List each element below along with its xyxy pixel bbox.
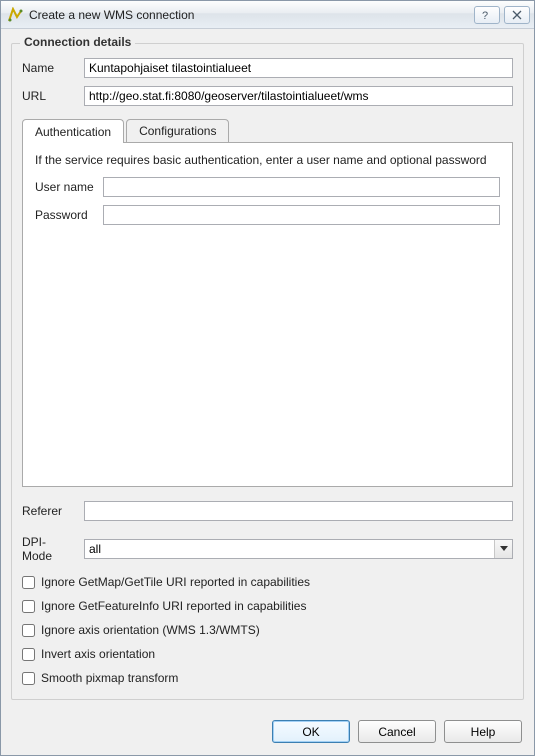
dpi-mode-select[interactable]	[84, 539, 513, 559]
tab-container: Authentication Configurations If the ser…	[22, 118, 513, 487]
password-label: Password	[35, 208, 95, 222]
referer-row: Referer	[22, 501, 513, 521]
checkbox-invert-axis[interactable]	[22, 648, 35, 661]
checkbox-ignore-getfeatureinfo[interactable]	[22, 600, 35, 613]
help-button[interactable]: ?	[474, 6, 500, 24]
options-area: Referer DPI-Mode Ignore GetMap/GetTile U…	[22, 497, 513, 687]
connection-details-group: Connection details Name URL Authenticati…	[11, 43, 524, 700]
cancel-button-label: Cancel	[378, 725, 415, 739]
checkbox-ignore-getmap-label: Ignore GetMap/GetTile URI reported in ca…	[41, 575, 310, 589]
window-controls: ?	[474, 6, 530, 24]
name-row: Name	[22, 58, 513, 78]
referer-label: Referer	[22, 504, 76, 518]
tab-configurations-label: Configurations	[139, 124, 216, 138]
tab-bar: Authentication Configurations	[22, 118, 513, 142]
help-button-label: Help	[471, 725, 496, 739]
dialog-window: Create a new WMS connection ? Connection…	[0, 0, 535, 756]
auth-description: If the service requires basic authentica…	[35, 153, 500, 167]
dialog-footer: OK Cancel Help	[1, 710, 534, 755]
password-row: Password	[35, 205, 500, 225]
dialog-content: Connection details Name URL Authenticati…	[1, 29, 534, 710]
tab-authentication[interactable]: Authentication	[22, 119, 124, 143]
checkbox-ignore-axis-label: Ignore axis orientation (WMS 1.3/WMTS)	[41, 623, 260, 637]
url-label: URL	[22, 89, 76, 103]
dpi-mode-select-wrap	[84, 539, 513, 559]
check-invert-axis[interactable]: Invert axis orientation	[22, 647, 513, 661]
username-input[interactable]	[103, 177, 500, 197]
dpi-mode-row: DPI-Mode	[22, 535, 513, 563]
dpi-mode-label: DPI-Mode	[22, 535, 76, 563]
password-input[interactable]	[103, 205, 500, 225]
check-ignore-getfeatureinfo[interactable]: Ignore GetFeatureInfo URI reported in ca…	[22, 599, 513, 613]
window-title: Create a new WMS connection	[29, 8, 474, 22]
checkbox-ignore-getfeatureinfo-label: Ignore GetFeatureInfo URI reported in ca…	[41, 599, 306, 613]
name-label: Name	[22, 61, 76, 75]
url-input[interactable]	[84, 86, 513, 106]
tab-authentication-label: Authentication	[35, 125, 111, 139]
name-input[interactable]	[84, 58, 513, 78]
app-icon	[7, 7, 23, 23]
group-title: Connection details	[20, 35, 135, 49]
cancel-button[interactable]: Cancel	[358, 720, 436, 743]
titlebar: Create a new WMS connection ?	[1, 1, 534, 29]
tab-configurations[interactable]: Configurations	[126, 119, 229, 142]
ok-button-label: OK	[302, 725, 319, 739]
ok-button[interactable]: OK	[272, 720, 350, 743]
check-smooth-pixmap[interactable]: Smooth pixmap transform	[22, 671, 513, 685]
checkbox-smooth-pixmap[interactable]	[22, 672, 35, 685]
svg-text:?: ?	[482, 10, 488, 21]
check-ignore-axis[interactable]: Ignore axis orientation (WMS 1.3/WMTS)	[22, 623, 513, 637]
check-ignore-getmap[interactable]: Ignore GetMap/GetTile URI reported in ca…	[22, 575, 513, 589]
help-dialog-button[interactable]: Help	[444, 720, 522, 743]
referer-input[interactable]	[84, 501, 513, 521]
checkbox-ignore-axis[interactable]	[22, 624, 35, 637]
tab-pane-authentication: If the service requires basic authentica…	[22, 142, 513, 487]
checkbox-smooth-pixmap-label: Smooth pixmap transform	[41, 671, 178, 685]
username-row: User name	[35, 177, 500, 197]
checkbox-ignore-getmap[interactable]	[22, 576, 35, 589]
auth-spacer	[35, 233, 500, 476]
username-label: User name	[35, 180, 95, 194]
url-row: URL	[22, 86, 513, 106]
close-button[interactable]	[504, 6, 530, 24]
checkbox-invert-axis-label: Invert axis orientation	[41, 647, 155, 661]
